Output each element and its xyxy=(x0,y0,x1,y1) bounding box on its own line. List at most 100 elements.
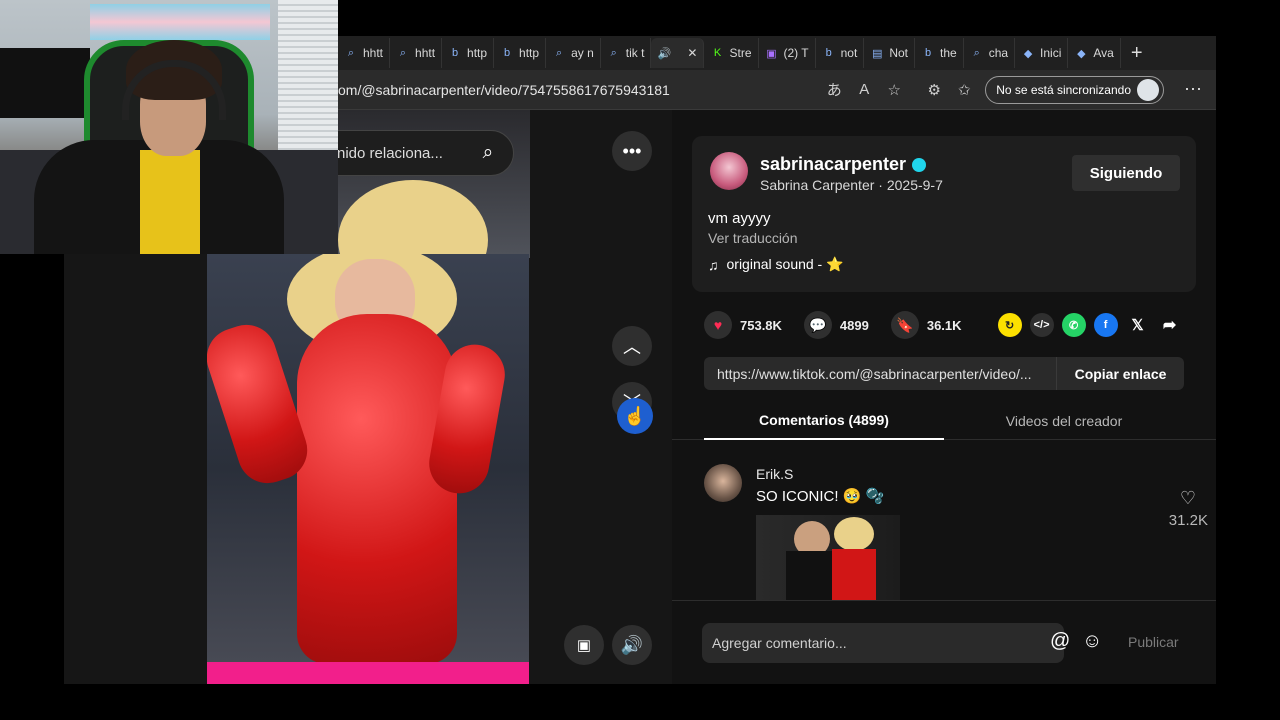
save-count: 36.1K xyxy=(926,317,962,333)
music-note-icon: ♫ xyxy=(708,256,719,273)
search-text: nido relaciona... xyxy=(337,144,443,162)
comment-placeholder: Agregar comentario... xyxy=(712,635,847,651)
browser-tab[interactable]: b the xyxy=(915,38,964,68)
commenter-name[interactable]: Erik.S xyxy=(756,466,793,482)
browser-tab[interactable]: ◆ Ava xyxy=(1068,38,1121,68)
bookmark-icon[interactable]: 🔖 xyxy=(890,311,919,339)
favorites-icon[interactable]: ✩ xyxy=(949,75,979,105)
new-tab-button[interactable]: + xyxy=(1121,42,1153,65)
previous-video-button[interactable]: ︿ xyxy=(612,326,652,366)
comment-input[interactable]: Agregar comentario... xyxy=(702,623,1064,663)
comment-icon[interactable]: 💬 xyxy=(803,311,832,339)
browser-tab[interactable]: ⌕ hhtt xyxy=(338,38,391,68)
volume-icon[interactable]: 🔊 xyxy=(612,625,652,665)
profile-avatar xyxy=(1137,78,1159,101)
webcam-overlay xyxy=(0,0,338,254)
emoji-icon[interactable]: ☺ xyxy=(1082,630,1102,653)
extensions-icon[interactable]: ⚙ xyxy=(919,75,949,105)
bing-icon: b xyxy=(825,47,832,59)
creator-avatar[interactable] xyxy=(710,152,748,190)
repost-icon[interactable]: ↻ xyxy=(997,313,1022,337)
commenter-avatar[interactable] xyxy=(704,464,742,502)
video-frame xyxy=(207,254,529,684)
embed-icon[interactable]: </> xyxy=(1029,313,1054,337)
pink-table xyxy=(207,662,529,684)
screen: ⌕ hhtt ⌕ hhtt b http b http ⌕ ay n ⌕ tik t 🔊 ✕ K Stre ▣(… xyxy=(0,0,1280,720)
browser-menu-icon[interactable]: ⋯ xyxy=(1170,79,1216,100)
following-button[interactable]: Siguiendo xyxy=(1072,155,1180,191)
heart-icon[interactable]: ♥ xyxy=(704,311,732,339)
verified-badge-icon xyxy=(912,157,927,172)
comment-composer: Agregar comentario... @ ☺ Publicar xyxy=(672,600,1216,684)
tab-label: ay n xyxy=(571,46,594,60)
tab-label: not xyxy=(840,46,858,60)
tab-label: http xyxy=(519,46,540,60)
share-link-text[interactable]: https://www.tiktok.com/@sabrinacarpenter… xyxy=(704,366,1056,382)
like-stat[interactable]: ♥ 753.8K xyxy=(704,311,782,339)
publish-button[interactable]: Publicar xyxy=(1128,634,1179,650)
tab-comments[interactable]: Comentarios (4899) xyxy=(704,402,944,440)
mention-icon[interactable]: @ xyxy=(1050,630,1070,653)
save-stat[interactable]: 🔖 36.1K xyxy=(890,311,962,339)
copy-link-button[interactable]: Copiar enlace xyxy=(1056,357,1184,390)
sound-label: original sound - ⭐ xyxy=(726,256,844,272)
search-icon: ⌕ xyxy=(347,46,355,59)
translate-icon[interactable]: あ xyxy=(819,75,849,105)
post-info-card: sabrinacarpenter Sabrina Carpenter · 202… xyxy=(692,136,1196,292)
creator-username[interactable]: sabrinacarpenter xyxy=(760,154,927,175)
browser-tab-bar: ⌕ hhtt ⌕ hhtt b http b http ⌕ ay n ⌕ tik t 🔊 ✕ K Stre ▣(… xyxy=(338,36,1216,70)
share-arrow-icon[interactable]: ➦ xyxy=(1158,313,1182,337)
bing-icon: b xyxy=(924,47,932,59)
browser-tab[interactable]: ⌕ ay n xyxy=(546,38,601,68)
browser-tab[interactable]: ⌕ tik t xyxy=(601,38,652,68)
browser-tab[interactable]: K Stre xyxy=(704,38,759,68)
more-options-button[interactable]: ••• xyxy=(612,131,652,171)
comment-like-icon[interactable]: ♡ xyxy=(1180,488,1196,509)
url-field[interactable]: om/@sabrinacarpenter/video/7547558617675… xyxy=(338,82,819,98)
tab-label: Stre xyxy=(729,46,752,60)
whatsapp-icon[interactable]: ✆ xyxy=(1061,313,1086,337)
page-icon: ▤ xyxy=(872,47,883,60)
sound-link[interactable]: ♫ original sound - ⭐ xyxy=(708,256,844,273)
tab-label: Ava xyxy=(1093,46,1114,60)
flag-poster xyxy=(90,4,270,40)
tab-label: the xyxy=(940,46,957,60)
close-tab-icon[interactable]: ✕ xyxy=(687,46,697,60)
read-aloud-icon[interactable]: A xyxy=(849,75,879,105)
browser-tab[interactable]: b http xyxy=(494,38,547,68)
tab-label: Inici xyxy=(1040,46,1062,60)
browser-tab[interactable]: ▤ Not xyxy=(864,38,915,68)
kick-icon: K xyxy=(713,47,722,59)
share-link-box: https://www.tiktok.com/@sabrinacarpenter… xyxy=(704,357,1184,390)
like-count: 753.8K xyxy=(740,317,782,333)
background-monitor xyxy=(0,48,90,118)
x-icon[interactable]: 𝕏 xyxy=(1126,313,1150,337)
comment-image[interactable] xyxy=(756,515,900,604)
comment-text: SO ICONIC! 🥹 🫧 xyxy=(756,488,885,505)
miniplayer-icon[interactable]: ▣ xyxy=(564,625,604,665)
tab-label: http xyxy=(467,46,488,60)
address-bar: om/@sabrinacarpenter/video/7547558617675… xyxy=(338,70,1216,110)
tab-creator-videos[interactable]: Videos del creador xyxy=(944,402,1184,440)
roblox-icon: ◆ xyxy=(1023,47,1033,60)
browser-tab[interactable]: ◆ Inici xyxy=(1015,38,1069,68)
twitch-icon: ▣ xyxy=(766,47,777,60)
browser-tab[interactable]: 🔊 ✕ xyxy=(651,38,705,68)
favorite-star-icon[interactable]: ☆ xyxy=(879,75,909,105)
yellow-jersey xyxy=(140,150,200,254)
browser-tab[interactable]: b not xyxy=(816,38,865,68)
roblox-icon: ◆ xyxy=(1077,47,1086,60)
comment-stat[interactable]: 💬 4899 xyxy=(803,311,869,339)
profile-sync-button[interactable]: No se está sincronizando xyxy=(985,75,1164,104)
browser-tab[interactable]: ⌕ cha xyxy=(964,38,1016,68)
search-icon: ⌕ xyxy=(555,46,563,59)
hand-cursor-icon: ☝ xyxy=(617,398,653,434)
see-translation-link[interactable]: Ver traducción xyxy=(708,230,798,246)
bing-icon: b xyxy=(451,47,459,59)
browser-tab[interactable]: ▣ (2) T xyxy=(759,38,816,68)
facebook-icon[interactable]: f xyxy=(1093,313,1118,337)
search-icon[interactable]: ⌕ xyxy=(475,140,501,166)
browser-tab[interactable]: ⌕ hhtt xyxy=(390,38,443,68)
browser-tab[interactable]: b http xyxy=(442,38,495,68)
tab-label: hhtt xyxy=(363,46,384,60)
